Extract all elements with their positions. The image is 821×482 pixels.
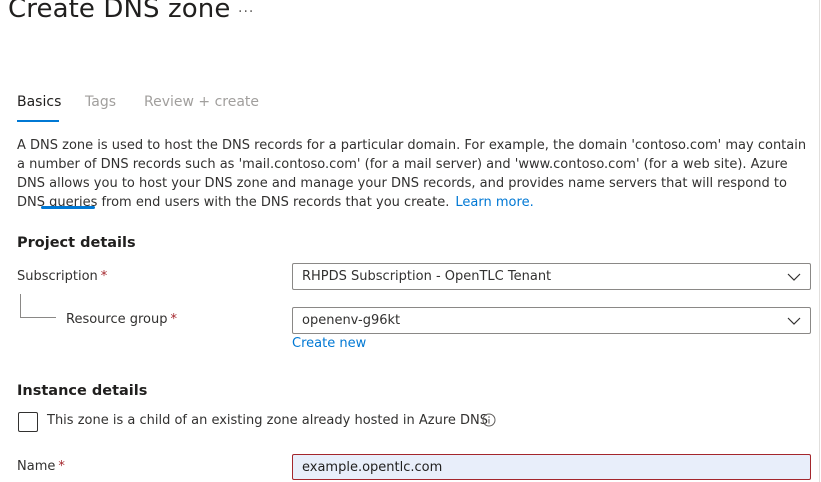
spellcheck-underline — [41, 206, 95, 209]
child-zone-label: This zone is a child of an existing zone… — [47, 413, 489, 428]
tree-connector-horizontal — [20, 317, 56, 318]
instance-details-heading: Instance details — [17, 383, 148, 399]
info-icon[interactable] — [482, 413, 496, 427]
tab-tags[interactable]: Tags — [85, 94, 116, 110]
subscription-label: Subscription * — [17, 269, 107, 284]
name-input[interactable] — [292, 454, 811, 480]
resource-group-value: openenv-g96kt — [302, 313, 401, 328]
create-new-link[interactable]: Create new — [292, 336, 366, 351]
project-details-heading: Project details — [17, 235, 136, 251]
tab-review-create[interactable]: Review + create — [144, 94, 259, 110]
subscription-label-text: Subscription — [17, 269, 98, 284]
active-tab-indicator — [17, 120, 59, 122]
description-text: A DNS zone is used to host the DNS recor… — [17, 138, 807, 210]
resource-group-label-text: Resource group — [66, 312, 168, 327]
child-zone-checkbox[interactable] — [18, 412, 38, 432]
name-label-text: Name — [17, 459, 56, 474]
subscription-dropdown[interactable]: RHPDS Subscription - OpenTLC Tenant — [292, 263, 811, 290]
more-options-button[interactable]: ··· — [238, 4, 254, 20]
required-marker: * — [58, 459, 65, 474]
description: A DNS zone is used to host the DNS recor… — [17, 136, 807, 212]
name-label: Name * — [17, 459, 65, 474]
subscription-value: RHPDS Subscription - OpenTLC Tenant — [302, 269, 552, 284]
required-marker: * — [170, 312, 178, 327]
learn-more-link[interactable]: Learn more. — [455, 195, 533, 210]
chevron-down-icon — [787, 273, 801, 281]
resource-group-label: Resource group * — [66, 312, 177, 327]
tab-basics[interactable]: Basics — [17, 94, 61, 110]
page-title: Create DNS zone — [8, 0, 231, 24]
chevron-down-icon — [787, 317, 801, 325]
required-marker: * — [100, 269, 108, 284]
resource-group-dropdown[interactable]: openenv-g96kt — [292, 307, 811, 334]
tree-connector-vertical — [20, 294, 21, 317]
